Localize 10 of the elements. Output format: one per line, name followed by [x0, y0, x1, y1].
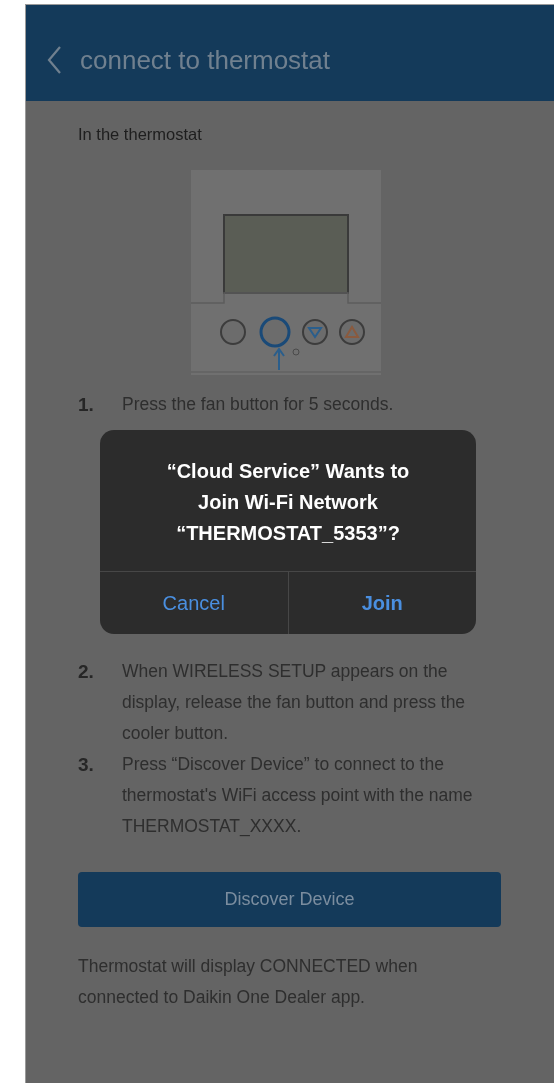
- section-title: In the thermostat: [78, 125, 203, 144]
- screen-title: connect to thermostat: [80, 44, 331, 76]
- step-number: 2.: [78, 660, 95, 684]
- discover-device-button[interactable]: Discover Device: [78, 872, 501, 927]
- step-number: 3.: [78, 753, 95, 777]
- dialog-button[interactable]: Join: [287, 572, 476, 634]
- step-number: 1.: [78, 393, 95, 417]
- back-icon[interactable]: [46, 45, 62, 75]
- dialog-button[interactable]: Cancel: [100, 572, 288, 634]
- dialog-title: “Cloud Service” Wants to Join Wi-Fi Network “THERMOSTAT_5353”?: [165, 459, 411, 546]
